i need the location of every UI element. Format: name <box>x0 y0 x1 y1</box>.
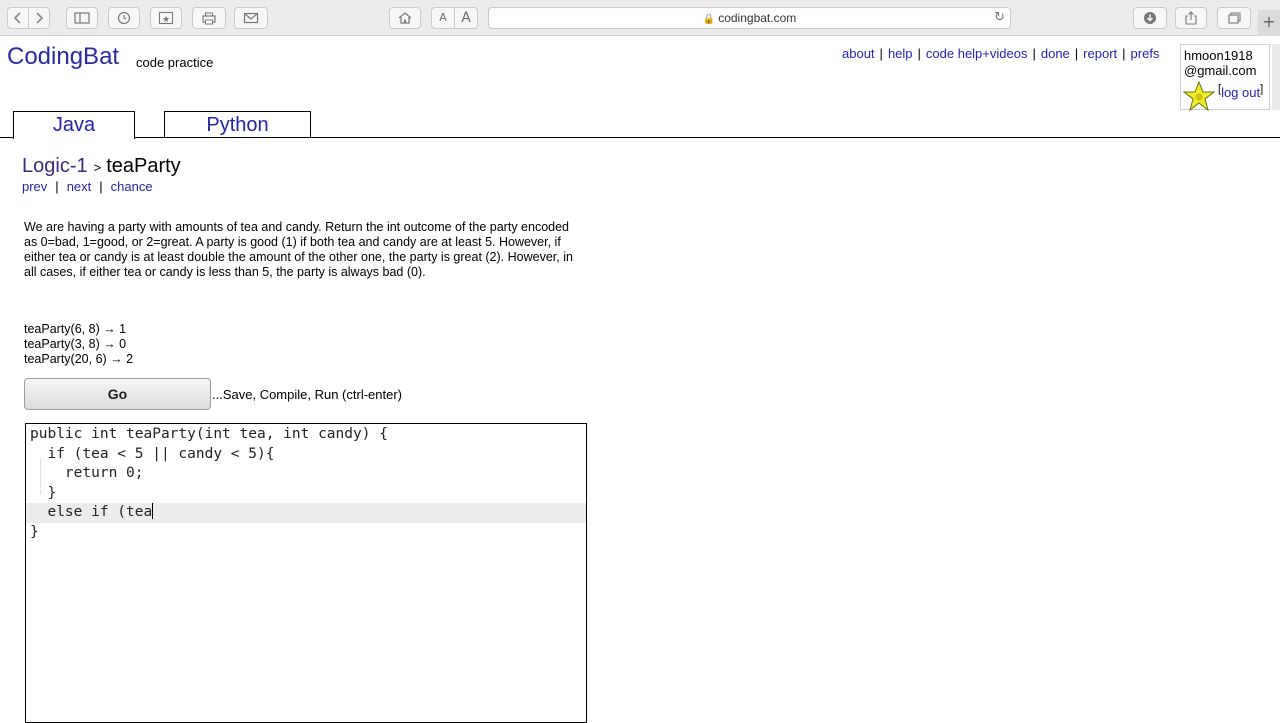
scrollbar[interactable] <box>1272 44 1280 110</box>
forward-button[interactable] <box>28 7 50 29</box>
code-line[interactable]: public int teaParty(int tea, int candy) … <box>30 425 388 445</box>
tabs-overview-button[interactable] <box>1217 7 1251 29</box>
bookmarks-button[interactable]: ★ <box>150 7 182 29</box>
example-3: teaParty(20, 6) → 2 <box>24 352 134 366</box>
lock-icon: 🔒 <box>702 14 716 25</box>
address-url: codingbat.com <box>718 11 797 25</box>
reload-icon[interactable]: ↻ <box>994 8 1005 28</box>
new-tab-button[interactable]: + <box>1258 10 1280 36</box>
nav-report[interactable]: report <box>1083 46 1117 61</box>
prev-link[interactable]: prev <box>22 179 47 194</box>
breadcrumb-category[interactable]: Logic-1 <box>22 155 88 177</box>
code-editor[interactable]: public int teaParty(int tea, int candy) … <box>25 423 587 723</box>
nav-help[interactable]: help <box>888 46 913 61</box>
tab-python[interactable]: Python <box>164 111 311 138</box>
history-button[interactable] <box>108 7 140 29</box>
problem-description: We are having a party with amounts of te… <box>24 220 573 279</box>
go-hint: ...Save, Compile, Run (ctrl-enter) <box>212 387 403 402</box>
nav-about[interactable]: about <box>842 46 875 61</box>
sidebar-button[interactable] <box>66 7 98 29</box>
code-line[interactable]: } <box>30 484 56 504</box>
breadcrumb: Logic-1 > teaParty <box>22 155 181 178</box>
back-button[interactable] <box>7 7 29 29</box>
address-bar[interactable]: 🔒 codingbat.com ↻ <box>488 7 1011 29</box>
clock-icon <box>117 11 131 25</box>
text-larger-button[interactable]: A <box>454 7 478 29</box>
downloads-button[interactable] <box>1133 7 1167 29</box>
share-icon <box>1185 11 1197 25</box>
problem-nav: prev | next | chance <box>22 179 153 194</box>
sidebar-icon <box>74 12 90 24</box>
next-link[interactable]: next <box>67 179 92 194</box>
site-logo[interactable]: CodingBat <box>7 43 119 71</box>
indent-guide <box>40 459 42 494</box>
page-title: teaParty <box>106 155 181 177</box>
share-button[interactable] <box>1175 7 1207 29</box>
example-2: teaParty(3, 8) → 0 <box>24 337 127 351</box>
home-button[interactable] <box>389 7 421 29</box>
nav-prefs[interactable]: prefs <box>1131 46 1160 61</box>
user-box: hmoon1918 @gmail.com [log out] <box>1180 44 1270 111</box>
chevron-right-icon <box>36 12 44 24</box>
chevron-left-icon <box>13 12 21 24</box>
nav-done[interactable]: done <box>1041 46 1070 61</box>
printer-icon <box>202 12 216 25</box>
nav-code-help-videos[interactable]: code help+videos <box>926 46 1028 61</box>
go-button[interactable]: Go <box>24 378 211 410</box>
envelope-icon <box>243 12 259 24</box>
star-icon <box>1183 81 1215 111</box>
print-button[interactable] <box>192 7 226 29</box>
user-email: hmoon1918 @gmail.com <box>1184 48 1257 78</box>
logout-link[interactable]: [log out] <box>1218 83 1263 100</box>
mail-button[interactable] <box>234 7 268 29</box>
example-1: teaParty(6, 8) → 1 <box>24 322 127 336</box>
tabs-icon <box>1228 12 1241 24</box>
top-nav: about | help | code help+videos | done | report |… <box>842 46 1160 61</box>
chance-link[interactable]: chance <box>111 179 153 194</box>
text-smaller-button[interactable]: A <box>431 7 455 29</box>
text-cursor <box>152 503 154 519</box>
code-line[interactable]: return 0; <box>30 464 144 484</box>
tabs-divider <box>0 137 1280 138</box>
site-tagline: code practice <box>136 55 214 70</box>
examples: teaParty(6, 8) → 1 teaParty(3, 8) → 0 te… <box>24 322 133 367</box>
svg-text:★: ★ <box>162 15 170 25</box>
code-line[interactable]: if (tea < 5 || candy < 5){ <box>30 445 274 465</box>
browser-toolbar: ★ A A 🔒 codingbat.com ↻ + <box>0 0 1280 36</box>
bookmark-star-icon: ★ <box>158 11 174 25</box>
breadcrumb-separator: > <box>93 160 102 175</box>
download-icon <box>1144 12 1156 24</box>
code-line[interactable]: } <box>30 523 39 543</box>
tab-java[interactable]: Java <box>13 111 135 139</box>
home-icon <box>398 12 412 24</box>
code-line-active[interactable]: else if (tea <box>26 503 586 523</box>
